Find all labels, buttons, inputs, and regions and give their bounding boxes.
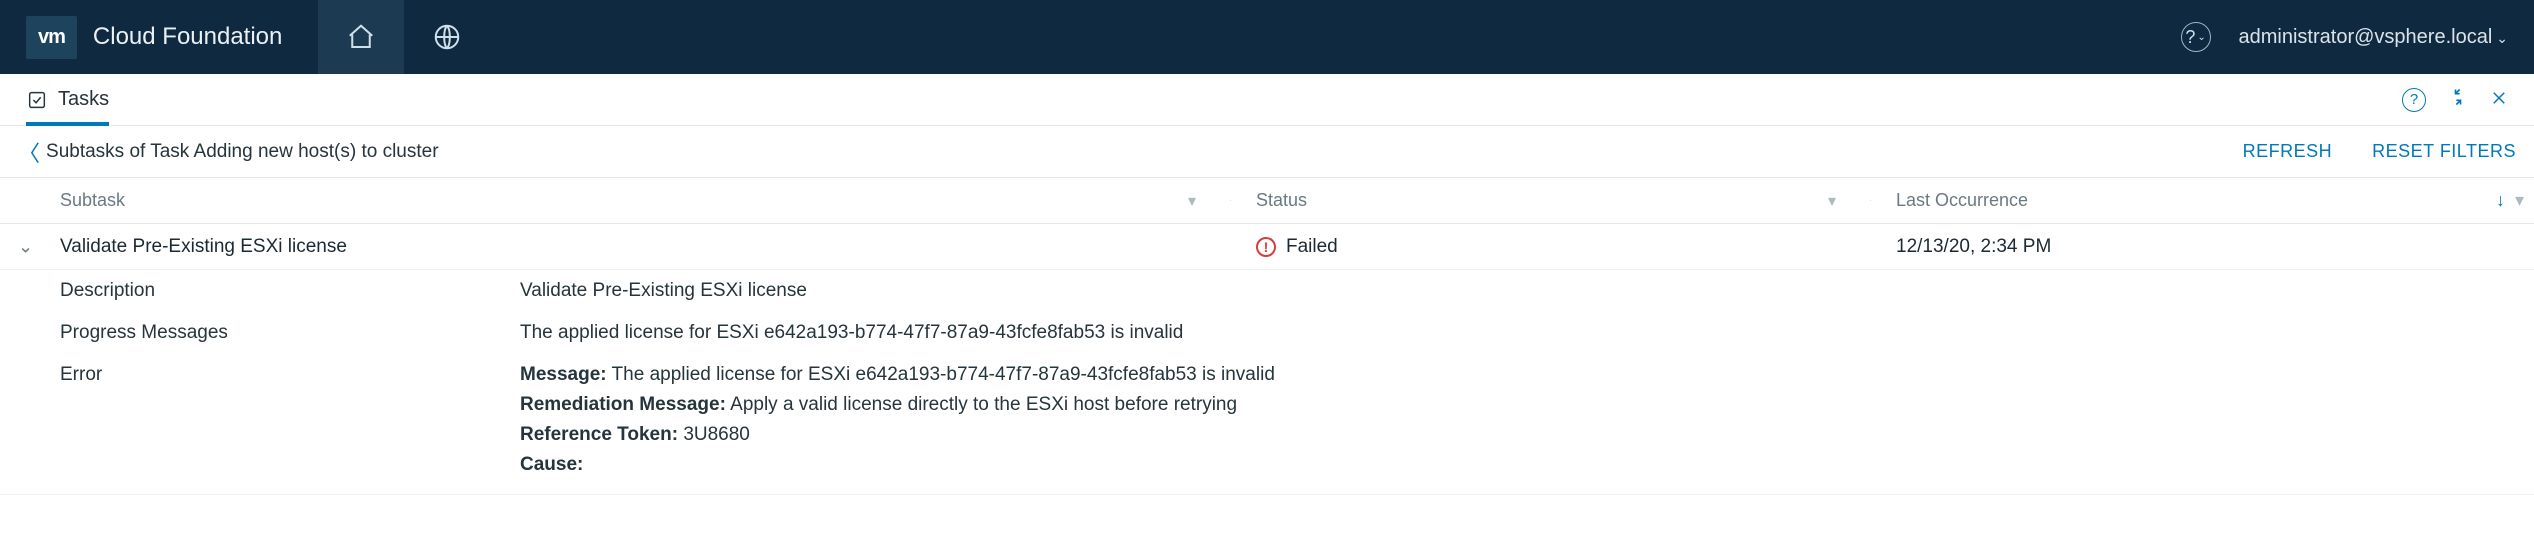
- sub-header: 〈 Subtasks of Task Adding new host(s) to…: [0, 126, 2534, 178]
- filter-icon[interactable]: ▾: [1188, 191, 1196, 211]
- status-badge: ! Failed: [1256, 236, 1338, 258]
- chevron-left-icon: 〈: [18, 136, 40, 168]
- column-label: Subtask: [60, 190, 125, 211]
- last-occurrence-text: 12/13/20, 2:34 PM: [1896, 236, 2051, 258]
- user-area: ?⌄ administrator@vsphere.local⌄: [2181, 22, 2534, 52]
- message-label: Message:: [520, 364, 607, 385]
- remediation-value: Apply a valid license directly to the ES…: [730, 394, 1237, 415]
- detail-label: Error: [0, 364, 520, 484]
- panel-help-icon[interactable]: ?: [2402, 88, 2426, 112]
- detail-value: Validate Pre-Existing ESXi license: [520, 280, 2534, 302]
- tab-label: Tasks: [58, 88, 109, 111]
- reset-filters-button[interactable]: RESET FILTERS: [2372, 141, 2516, 162]
- detail-value: The applied license for ESXi e642a193-b7…: [520, 322, 2534, 344]
- vmware-logo: vm: [26, 16, 77, 59]
- header-actions: REFRESH RESET FILTERS: [2243, 141, 2516, 162]
- refresh-button[interactable]: REFRESH: [2243, 141, 2333, 162]
- home-icon[interactable]: [318, 0, 404, 74]
- row-details: Description Validate Pre-Existing ESXi l…: [0, 270, 2534, 495]
- column-label: Status: [1256, 190, 1307, 211]
- detail-value: Message: The applied license for ESXi e6…: [520, 364, 2534, 484]
- expand-toggle[interactable]: ⌄: [18, 236, 33, 257]
- column-header-last-occurrence[interactable]: Last Occurrence ↓▾: [1870, 190, 2534, 211]
- message-value: The applied license for ESXi e642a193-b7…: [612, 364, 1275, 385]
- breadcrumb-back[interactable]: 〈 Subtasks of Task Adding new host(s) to…: [18, 136, 439, 168]
- cause-label: Cause:: [520, 454, 583, 475]
- breadcrumb-text: Subtasks of Task Adding new host(s) to c…: [46, 141, 439, 163]
- chevron-down-icon: ⌄: [2496, 30, 2508, 46]
- product-title: Cloud Foundation: [93, 23, 282, 51]
- column-header-status[interactable]: Status ▾: [1230, 190, 1870, 211]
- tab-tasks[interactable]: Tasks: [26, 74, 109, 126]
- filter-icon[interactable]: ▾: [2515, 190, 2524, 211]
- remediation-label: Remediation Message:: [520, 394, 726, 415]
- brand: vm Cloud Foundation: [0, 16, 318, 59]
- tab-actions: ?: [2402, 87, 2508, 113]
- tab-bar: Tasks ?: [0, 74, 2534, 126]
- column-label: Last Occurrence: [1896, 190, 2028, 211]
- subtask-name: Validate Pre-Existing ESXi license: [60, 236, 347, 258]
- detail-description: Description Validate Pre-Existing ESXi l…: [0, 270, 2534, 312]
- help-icon[interactable]: ?⌄: [2181, 22, 2211, 52]
- globe-icon[interactable]: [404, 0, 490, 74]
- detail-error: Error Message: The applied license for E…: [0, 354, 2534, 494]
- close-icon[interactable]: [2490, 87, 2508, 113]
- reference-label: Reference Token:: [520, 424, 678, 445]
- column-header-subtask[interactable]: Subtask ▾: [0, 190, 1230, 211]
- tasks-icon: [26, 89, 48, 111]
- table-header: Subtask ▾ Status ▾ Last Occurrence ↓▾: [0, 178, 2534, 224]
- status-text: Failed: [1286, 236, 1338, 258]
- sort-desc-icon[interactable]: ↓: [2496, 190, 2505, 211]
- user-name: administrator@vsphere.local: [2239, 26, 2493, 48]
- cell-subtask: ⌄ Validate Pre-Existing ESXi license: [0, 236, 1230, 258]
- cell-last-occurrence: 12/13/20, 2:34 PM: [1870, 236, 2534, 258]
- filter-icon[interactable]: ▾: [1828, 191, 1836, 211]
- detail-label: Progress Messages: [0, 322, 520, 344]
- detail-label: Description: [0, 280, 520, 302]
- sort-controls[interactable]: ↓▾: [2496, 190, 2524, 211]
- detail-progress: Progress Messages The applied license fo…: [0, 312, 2534, 354]
- reference-value: 3U8680: [683, 424, 750, 445]
- error-icon: !: [1256, 237, 1276, 257]
- cell-status: ! Failed: [1230, 236, 1870, 258]
- user-menu[interactable]: administrator@vsphere.local⌄: [2239, 26, 2508, 49]
- top-bar: vm Cloud Foundation ?⌄ administrator@vsp…: [0, 0, 2534, 74]
- table-row[interactable]: ⌄ Validate Pre-Existing ESXi license ! F…: [0, 224, 2534, 270]
- collapse-icon[interactable]: [2448, 87, 2468, 113]
